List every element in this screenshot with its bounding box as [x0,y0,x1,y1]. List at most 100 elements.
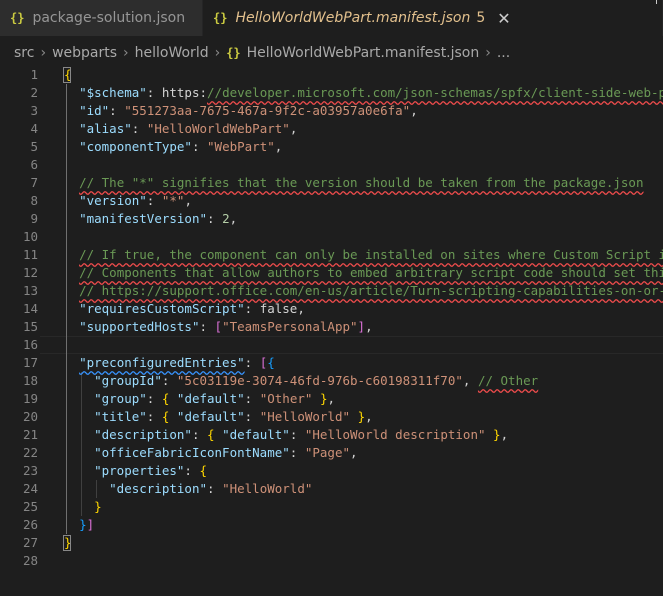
json-file-icon: {} [226,46,241,60]
code-line: 2 "$schema": https://developer.microsoft… [0,84,663,102]
line-code: "title": { "default": "HelloWorld" }, [94,409,373,424]
code-line: 11 // If true, the component can only be… [0,246,663,264]
line-number: 15 [22,319,38,334]
code-line: 4 "alias": "HelloWorldWebPart", [0,120,663,138]
line-code: "properties": { [94,463,208,478]
line-number: 17 [22,355,38,370]
line-code: "id": "551273aa-7675-467a-9f2c-a03957a0e… [79,103,418,118]
line-code: "version": "*", [79,193,192,208]
line-code: // Components that allow authors to embe… [79,265,663,280]
line-code: // The "*" signifies that the version sh… [79,175,644,190]
code-line: 18 "groupId": "5c03119e-3074-46fd-976b-c… [0,372,663,390]
breadcrumb-item-webparts[interactable]: webparts [52,45,117,61]
bracket-match-box [63,67,71,83]
line-number: 9 [30,211,38,226]
code-line: 19 "group": { "default": "Other" }, [0,390,663,408]
code-line: 20 "title": { "default": "HelloWorld" }, [0,408,663,426]
breadcrumb-item-src[interactable]: src [14,45,34,61]
tab-label: HelloWorldWebPart.manifest.json [235,10,471,26]
line-number: 27 [22,535,38,550]
code-line: 15 "supportedHosts": ["TeamsPersonalApp"… [0,318,663,336]
line-code: "groupId": "5c03119e-3074-46fd-976b-c601… [94,373,539,388]
line-number: 26 [22,517,38,532]
line-number: 25 [22,499,38,514]
code-line: 1{ [0,66,663,84]
bracket-match-box [63,535,71,551]
line-number: 4 [30,121,38,136]
line-number: 28 [22,553,38,568]
code-line: 8 "version": "*", [0,192,663,210]
code-line: 5 "componentType": "WebPart", [0,138,663,156]
line-code: "requiresCustomScript": false, [79,301,305,316]
line-number: 1 [30,67,38,82]
line-number: 5 [30,139,38,154]
close-icon[interactable]: ✕ [497,9,510,28]
line-number: 3 [30,103,38,118]
code-line: 21 "description": { "default": "HelloWor… [0,426,663,444]
line-number: 19 [22,391,38,406]
line-code: } [94,499,102,514]
code-editor[interactable]: 1{2 "$schema": https://developer.microso… [0,64,663,596]
line-number: 21 [22,427,38,442]
line-code: "preconfiguredEntries": [{ [79,355,275,370]
chevron-right-icon: › [40,45,47,61]
json-file-icon: {} [213,11,228,25]
line-code: "$schema": https://developer.microsoft.c… [79,85,663,100]
line-number: 16 [22,337,38,352]
line-code: "alias": "HelloWorldWebPart", [79,121,298,136]
line-code: "supportedHosts": ["TeamsPersonalApp"], [79,319,373,334]
chevron-right-icon: › [214,45,221,61]
line-code: // If true, the component can only be in… [79,247,663,262]
breadcrumb-item-file[interactable]: HelloWorldWebPart.manifest.json [247,45,480,61]
line-number: 14 [22,301,38,316]
code-line: 17 "preconfiguredEntries": [{ [0,354,663,372]
line-number: 13 [22,283,38,298]
code-line: 28 [0,552,663,570]
code-line: 10 [0,228,663,246]
line-number: 7 [30,175,38,190]
code-line: 7 // The "*" signifies that the version … [0,174,663,192]
line-code: "manifestVersion": 2, [79,211,238,226]
code-line: 3 "id": "551273aa-7675-467a-9f2c-a03957a… [0,102,663,120]
code-line: 27} [0,534,663,552]
chevron-right-icon: › [485,45,491,61]
tab-helloworld-manifest[interactable]: {} HelloWorldWebPart.manifest.json 5 ✕ [203,0,663,36]
breadcrumb-item-symbols[interactable]: ... [497,45,510,61]
json-file-icon: {} [10,11,25,25]
line-number: 2 [30,85,38,100]
line-number: 8 [30,193,38,208]
line-code: "group": { "default": "Other" }, [94,391,335,406]
line-number: 20 [22,409,38,424]
code-line: 9 "manifestVersion": 2, [0,210,663,228]
code-line: 22 "officeFabricIconFontName": "Page", [0,444,663,462]
line-number: 10 [22,229,38,244]
line-code: "componentType": "WebPart", [79,139,283,154]
breadcrumb-item-helloworld[interactable]: helloWorld [135,45,209,61]
line-code: "officeFabricIconFontName": "Page", [94,445,358,460]
window-edge-mark [656,0,657,4]
line-number: 6 [30,157,38,172]
line-code: "description": { "default": "HelloWorld … [94,427,509,442]
line-code: // https://support.office.com/en-us/arti… [79,283,663,298]
line-number: 22 [22,445,38,460]
line-code: "description": "HelloWorld" [109,481,313,496]
code-line: 13 // https://support.office.com/en-us/a… [0,282,663,300]
line-code: }] [79,517,95,532]
line-number: 23 [22,463,38,478]
code-line: 25 } [0,498,663,516]
code-line: 16 [0,336,663,354]
tab-bar: {} package-solution.json {} HelloWorldWe… [0,0,663,36]
tab-label: package-solution.json [32,10,186,26]
line-number: 24 [22,481,38,496]
tab-package-solution[interactable]: {} package-solution.json [0,0,203,36]
problems-count-badge: 5 [476,10,486,26]
chevron-right-icon: › [123,45,129,61]
line-number: 18 [22,373,38,388]
code-line: 26 }] [0,516,663,534]
code-line: 12 // Components that allow authors to e… [0,264,663,282]
line-number: 12 [22,265,38,280]
code-line: 6 [0,156,663,174]
code-line: 23 "properties": { [0,462,663,480]
code-line: 24 "description": "HelloWorld" [0,480,663,498]
code-line: 14 "requiresCustomScript": false, [0,300,663,318]
